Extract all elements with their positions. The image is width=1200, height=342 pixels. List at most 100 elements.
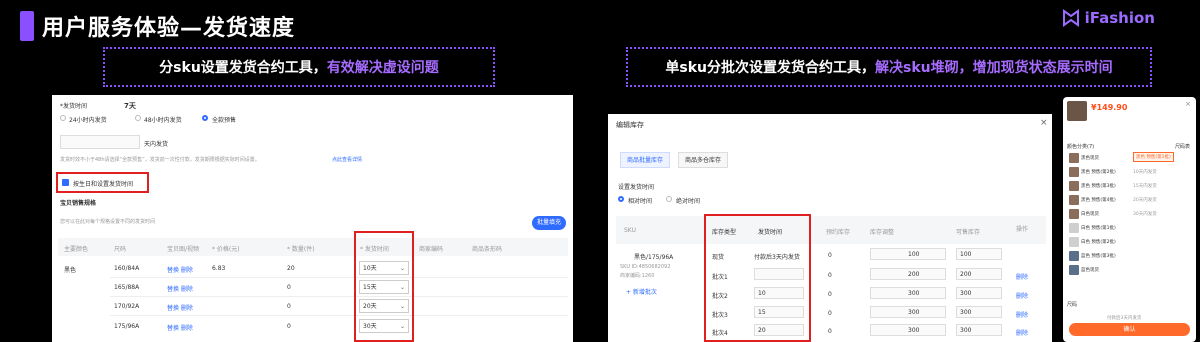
option-7[interactable]: 白色 预售(第2批) — [1081, 239, 1116, 245]
row2-media[interactable]: 替换 删除 — [167, 284, 193, 293]
ship-tip-link[interactable]: 点此查看详情 — [332, 156, 362, 163]
option-1[interactable]: 黑色 预售(第1批) — [1133, 152, 1174, 162]
radio-presale[interactable] — [202, 115, 208, 121]
row3-media[interactable]: 替换 删除 — [167, 303, 193, 312]
dialog-title: 编辑库存 — [616, 121, 644, 129]
option-thumb — [1069, 251, 1079, 261]
sku-id: SKU ID:4850682092 — [620, 264, 671, 270]
booked-row4: 0 — [828, 310, 832, 317]
row1-price[interactable]: 6.83 — [212, 265, 225, 272]
adjust-value-row3: 300 — [908, 290, 920, 297]
option-thumb — [1069, 265, 1079, 275]
close-icon[interactable]: × — [1040, 118, 1048, 128]
delete-batch-row4[interactable]: 删除 — [1016, 310, 1028, 319]
confirm-button[interactable]: 确认 — [1069, 323, 1190, 336]
edit-stock-dialog: 编辑库存 × 商品批量库存 商品多仓库存 设置发货时间 相对时间 绝对时间 SK… — [608, 114, 1052, 342]
option-6[interactable]: 白色 预售(第1批) — [1081, 225, 1116, 231]
row3-size: 170/92A — [114, 303, 140, 310]
option-2[interactable]: 黑色 预售(第2批) — [1081, 169, 1116, 175]
sellable-value-row4: 300 — [960, 309, 972, 316]
delete-batch-row5[interactable]: 删除 — [1016, 328, 1028, 337]
ship-tag-3: 20天内发货 — [1133, 198, 1157, 203]
sellable-value-row3: 300 — [960, 290, 972, 297]
col-size: 尺码 — [114, 246, 127, 253]
section-title: 宝贝销售规格 — [60, 200, 97, 207]
adjust-value-row1: 100 — [908, 251, 920, 258]
row4-media[interactable]: 替换 删除 — [167, 323, 193, 332]
booked-row3: 0 — [828, 291, 832, 298]
row3-ship-value: 20天 — [363, 303, 377, 310]
radio-relative-label: 相对时间 — [628, 198, 653, 205]
size-guide-link[interactable]: 尺码表 — [1175, 143, 1190, 150]
radio-relative[interactable] — [618, 196, 624, 202]
col-barcode: 商品条形码 — [472, 246, 503, 253]
per-sku-checkbox[interactable] — [62, 179, 69, 186]
tab-multi-warehouse[interactable]: 商品多仓库存 — [678, 152, 729, 168]
row1-qty[interactable]: 20 — [287, 265, 295, 272]
size-label: 尺码 — [1067, 302, 1078, 308]
row1-ship-select[interactable]: 10天 ⌄ — [359, 261, 409, 275]
ship-row1[interactable]: 付款后3天内发货 — [754, 252, 800, 261]
col-sellable: 可售库存 — [956, 229, 981, 236]
option-thumb — [1069, 167, 1079, 177]
option-5[interactable]: 白色现货 — [1081, 211, 1099, 217]
col-op: 操作 — [1016, 226, 1029, 233]
product-thumbnail — [1067, 101, 1087, 121]
option-8[interactable]: 蓝色 预售(第3批) — [1081, 253, 1116, 259]
row1-media[interactable]: 替换 删除 — [167, 265, 193, 274]
batch-fill-button[interactable]: 批量填充 — [532, 216, 566, 230]
col-sku: SKU — [624, 227, 636, 234]
radio-absolute[interactable] — [666, 196, 672, 202]
radio-24h[interactable] — [60, 115, 66, 121]
row4-ship-value: 30天 — [363, 323, 377, 330]
option-4[interactable]: 黑色 预售(第4批) — [1081, 197, 1116, 203]
row2-ship-value: 15天 — [363, 284, 377, 291]
ship-time-label: 设置发货时间 — [618, 184, 655, 191]
banner-left: 分sku设置发货合约工具， 有效解决虚设问题 — [103, 47, 495, 87]
row-divider — [110, 315, 568, 316]
ship-tag-2: 15天内发货 — [1133, 184, 1157, 189]
booked-row5: 0 — [828, 328, 832, 335]
per-sku-checkbox-label: 按生日和设置发货时间 — [73, 181, 134, 188]
stock-type-row5: 批次4 — [712, 330, 728, 337]
option-9[interactable]: 蓝色现货 — [1081, 267, 1099, 273]
banner-right-highlight: 解决sku堆砌，增加现货状态展示时间 — [875, 60, 1113, 76]
row4-qty[interactable]: 0 — [287, 323, 291, 330]
ship-value-row5: 20 — [758, 327, 766, 334]
ship-input-row2[interactable] — [754, 268, 804, 280]
row4-ship-select[interactable]: 30天 ⌄ — [359, 319, 409, 333]
option-3[interactable]: 黑色 预售(第3批) — [1081, 183, 1116, 189]
days-input[interactable] — [60, 135, 140, 149]
delete-batch-row3[interactable]: 删除 — [1016, 291, 1028, 300]
tab-batch-stock[interactable]: 商品批量库存 — [620, 152, 671, 168]
row2-ship-select[interactable]: 15天 ⌄ — [359, 280, 409, 294]
option-thumb — [1069, 181, 1079, 191]
ship-time-label: *发货时间 — [60, 103, 88, 110]
col-adjust: 库存调整 — [870, 229, 895, 236]
days-value: 7天 — [124, 102, 136, 110]
sku-name: 黑色/175/96A — [634, 254, 674, 261]
option-thumb — [1069, 209, 1079, 219]
option-0[interactable]: 黑色现货 — [1081, 155, 1099, 161]
brand-logo: iFashion — [1061, 8, 1155, 28]
row3-ship-select[interactable]: 20天 ⌄ — [359, 299, 409, 313]
row1-ship-value: 10天 — [363, 265, 377, 272]
row-divider — [110, 296, 568, 297]
radio-absolute-label: 绝对时间 — [676, 198, 701, 205]
banner-right: 单sku分批次设置发货合约工具， 解决sku堆砌，增加现货状态展示时间 — [626, 47, 1152, 87]
banner-left-highlight: 有效解决虚设问题 — [326, 60, 439, 76]
page-title: 用户服务体验—发货速度 — [42, 16, 296, 41]
title-accent-bar — [20, 11, 34, 41]
row2-size: 165/88A — [114, 284, 140, 291]
row3-qty[interactable]: 0 — [287, 303, 291, 310]
option-thumb — [1069, 195, 1079, 205]
close-icon[interactable]: × — [1185, 100, 1191, 108]
add-batch-button[interactable]: + 新增批次 — [626, 287, 657, 296]
col-media: 宝贝图/视频 — [167, 246, 200, 253]
radio-48h[interactable] — [135, 115, 141, 121]
mobile-sku-selector: ¥149.90 × 颜色分类(7) 尺码表 黑色现货 黑色 预售(第1批) 黑色… — [1063, 97, 1196, 342]
delete-batch-row2[interactable]: 删除 — [1016, 272, 1028, 281]
col-code: 商家编码 — [419, 246, 444, 253]
radio-presale-label: 全款预售 — [212, 117, 237, 124]
row2-qty[interactable]: 0 — [287, 284, 291, 291]
